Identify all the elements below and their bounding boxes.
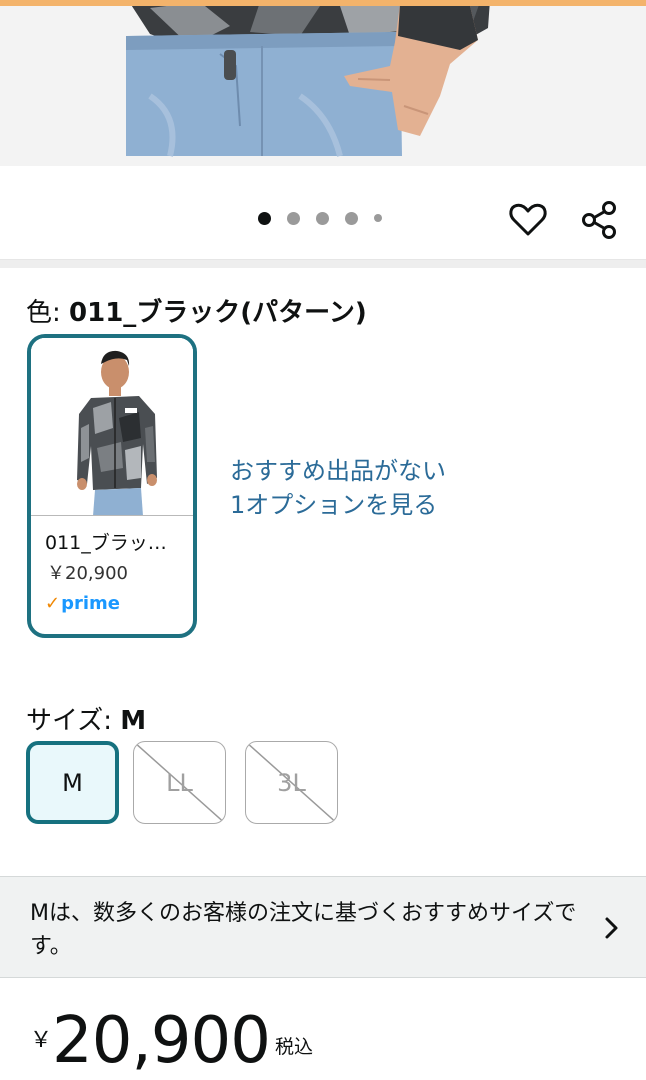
price-amount: 20,900 <box>52 1004 271 1078</box>
carousel-dot[interactable] <box>316 211 329 225</box>
section-divider <box>0 260 646 268</box>
swatch-thumbnail <box>31 338 193 516</box>
carousel-dot-active[interactable] <box>258 211 271 225</box>
options-link-line1: おすすめ出品がない <box>230 457 446 485</box>
size-option-label: LL <box>166 768 193 797</box>
heart-icon[interactable] <box>508 200 548 240</box>
size-option-label: 3L <box>277 768 306 797</box>
chevron-right-icon <box>605 917 618 939</box>
size-label: サイズ: M <box>26 700 146 737</box>
size-option-m[interactable]: M <box>26 741 119 824</box>
share-icon[interactable] <box>580 200 620 240</box>
color-selected-value: 011_ブラック(パターン) <box>69 298 367 328</box>
see-more-options-link[interactable]: おすすめ出品がない 1オプションを見る <box>230 454 490 522</box>
size-option-3l[interactable]: 3L <box>245 741 338 824</box>
prime-badge-label: prime <box>61 593 120 614</box>
price-currency-symbol: ￥ <box>30 1028 53 1053</box>
color-swatch-selected[interactable]: 011_ブラック(パターン) ￥20,900 ✓prime <box>27 334 197 638</box>
size-option-ll[interactable]: LL <box>133 741 226 824</box>
prime-check-icon: ✓ <box>45 593 61 614</box>
prime-badge: ✓prime <box>45 593 120 614</box>
color-label-prefix: 色: <box>26 298 70 328</box>
carousel-dot[interactable] <box>374 214 382 222</box>
size-label-prefix: サイズ: <box>26 706 121 736</box>
carousel-dot[interactable] <box>287 211 300 225</box>
color-label: 色: 011_ブラック(パターン) <box>26 292 367 329</box>
product-photo <box>0 6 646 166</box>
image-carousel-controls <box>0 166 646 260</box>
size-selected-value: M <box>120 706 147 736</box>
carousel-dots[interactable] <box>258 211 398 225</box>
size-option-label: M <box>62 768 83 797</box>
carousel-dot[interactable] <box>345 211 358 225</box>
size-recommendation-banner[interactable]: Mは、数多くのお客様の注文に基づくおすすめサイズです。 <box>0 876 646 978</box>
product-image[interactable] <box>0 6 646 166</box>
swatch-price: ￥20,900 <box>47 563 128 584</box>
size-recommendation-text: Mは、数多くのお客様の注文に基づくおすすめサイズです。 <box>30 901 577 959</box>
price-tax-note: 税込 <box>275 1036 314 1058</box>
options-link-line2: 1オプションを見る <box>230 491 438 519</box>
swatch-name: 011_ブラック(パターン) <box>45 532 185 554</box>
